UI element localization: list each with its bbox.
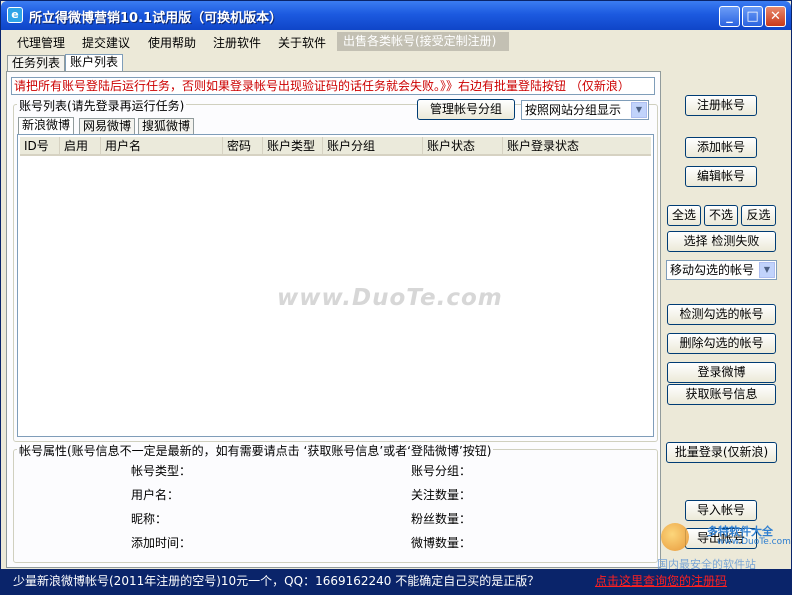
check-checked-button[interactable]: 检测勾选的帐号 bbox=[667, 304, 776, 325]
minimize-button[interactable]: _ bbox=[719, 6, 740, 27]
label-username: 用户名： bbox=[131, 488, 180, 502]
tab-netease-weibo[interactable]: 网易微博 bbox=[79, 118, 136, 134]
warning-message: 请把所有账号登陆后运行任务，否则如果登录帐号出现验证码的话任务就会失败。》》右边… bbox=[11, 77, 655, 95]
label-following-count: 关注数量： bbox=[411, 488, 472, 502]
main-window: e 所立得微博营销10.1试用版（可换机版本） _ □ ✕ 代理管理 提交建议 … bbox=[0, 0, 792, 595]
close-button[interactable]: ✕ bbox=[765, 6, 786, 27]
import-account-button[interactable]: 导入帐号 bbox=[685, 500, 757, 521]
table-header: ID号 启用 用户名 密码 账户类型 账户分组 账户状态 账户登录状态 bbox=[20, 137, 651, 156]
login-weibo-button[interactable]: 登录微博 bbox=[667, 362, 776, 383]
maximize-button[interactable]: □ bbox=[742, 6, 763, 27]
duote-watermark: www.DuoTe.com bbox=[277, 285, 503, 311]
label-weibo-count: 微博数量： bbox=[411, 536, 472, 550]
batch-login-button[interactable]: 批量登录(仅新浪) bbox=[666, 442, 777, 463]
display-mode-value: 按照网站分组显示 bbox=[525, 103, 622, 117]
status-promo-text: 少量新浪微博帐号(2011年注册的空号)10元一个，QQ：1669162240 … bbox=[13, 574, 540, 588]
column-account-type[interactable]: 账户类型 bbox=[263, 137, 323, 156]
select-failed-button[interactable]: 选择 检测失败 bbox=[667, 231, 776, 252]
menu-help[interactable]: 使用帮助 bbox=[148, 34, 196, 51]
column-account-status[interactable]: 账户状态 bbox=[423, 137, 503, 156]
chevron-down-icon[interactable]: ▼ bbox=[759, 262, 775, 278]
menu-agent-manage[interactable]: 代理管理 bbox=[17, 34, 65, 51]
app-icon: e bbox=[7, 7, 23, 23]
delete-checked-button[interactable]: 删除勾选的帐号 bbox=[667, 333, 776, 354]
duote-logo-icon bbox=[661, 523, 689, 551]
select-all-button[interactable]: 全选 bbox=[667, 205, 701, 226]
add-account-button[interactable]: 添加帐号 bbox=[685, 137, 757, 158]
label-account-type: 帐号类型： bbox=[131, 464, 192, 478]
window-title: 所立得微博营销10.1试用版（可换机版本） bbox=[29, 11, 283, 26]
tab-sina-weibo[interactable]: 新浪微博 bbox=[18, 117, 75, 134]
menu-register-software[interactable]: 注册软件 bbox=[213, 34, 261, 51]
register-account-button[interactable]: 注册帐号 bbox=[685, 95, 757, 116]
menu-sell-accounts[interactable]: 出售各类帐号(接受定制注册) bbox=[337, 32, 509, 51]
manage-group-button[interactable]: 管理帐号分组 bbox=[417, 99, 515, 120]
tab-sohu-weibo[interactable]: 搜狐微博 bbox=[138, 118, 195, 134]
move-checked-value: 移动勾选的帐号 bbox=[670, 263, 755, 277]
tab-account-list[interactable]: 账户列表 bbox=[65, 54, 124, 72]
account-list-legend: 账号列表(请先登录再运行任务) bbox=[17, 97, 187, 114]
label-added-time: 添加时间： bbox=[131, 536, 192, 550]
select-none-button[interactable]: 不选 bbox=[704, 205, 738, 226]
column-enabled[interactable]: 启用 bbox=[60, 137, 101, 156]
invert-selection-button[interactable]: 反选 bbox=[741, 205, 776, 226]
get-account-info-button[interactable]: 获取账号信息 bbox=[667, 384, 776, 405]
account-properties-legend: 帐号属性(账号信息不一定是最新的，如有需要请点击 ‘获取账号信息’或者‘登陆微博… bbox=[17, 442, 494, 459]
display-mode-select[interactable]: 按照网站分组显示 ▼ bbox=[521, 100, 649, 120]
edit-account-button[interactable]: 编辑帐号 bbox=[685, 166, 757, 187]
column-id[interactable]: ID号 bbox=[20, 137, 60, 156]
column-account-group[interactable]: 账户分组 bbox=[323, 137, 423, 156]
duote-corner-watermark: 多特软件大全 www.DuoTe.com 国内最安全的软件站 bbox=[655, 521, 791, 571]
menu-submit-suggestion[interactable]: 提交建议 bbox=[82, 34, 130, 51]
column-username[interactable]: 用户名 bbox=[101, 137, 223, 156]
chevron-down-icon[interactable]: ▼ bbox=[631, 102, 647, 118]
column-password[interactable]: 密码 bbox=[223, 137, 263, 156]
title-bar[interactable]: e 所立得微博营销10.1试用版（可换机版本） _ □ ✕ bbox=[1, 1, 791, 30]
move-checked-select[interactable]: 移动勾选的帐号 ▼ bbox=[666, 260, 777, 280]
menu-about[interactable]: 关于软件 bbox=[278, 34, 326, 51]
status-bar: 少量新浪微博帐号(2011年注册的空号)10元一个，QQ：1669162240 … bbox=[1, 569, 791, 594]
query-registration-link[interactable]: 点击这里查询您的注册码 bbox=[595, 569, 727, 594]
watermark-site-url: www.DuoTe.com bbox=[717, 537, 791, 547]
label-account-group: 账号分组： bbox=[411, 464, 472, 478]
label-nickname: 昵称： bbox=[131, 512, 168, 526]
column-login-status[interactable]: 账户登录状态 bbox=[503, 137, 651, 156]
account-properties-group bbox=[13, 449, 658, 563]
label-fans-count: 粉丝数量： bbox=[411, 512, 472, 526]
tab-task-list[interactable]: 任务列表 bbox=[7, 55, 66, 72]
